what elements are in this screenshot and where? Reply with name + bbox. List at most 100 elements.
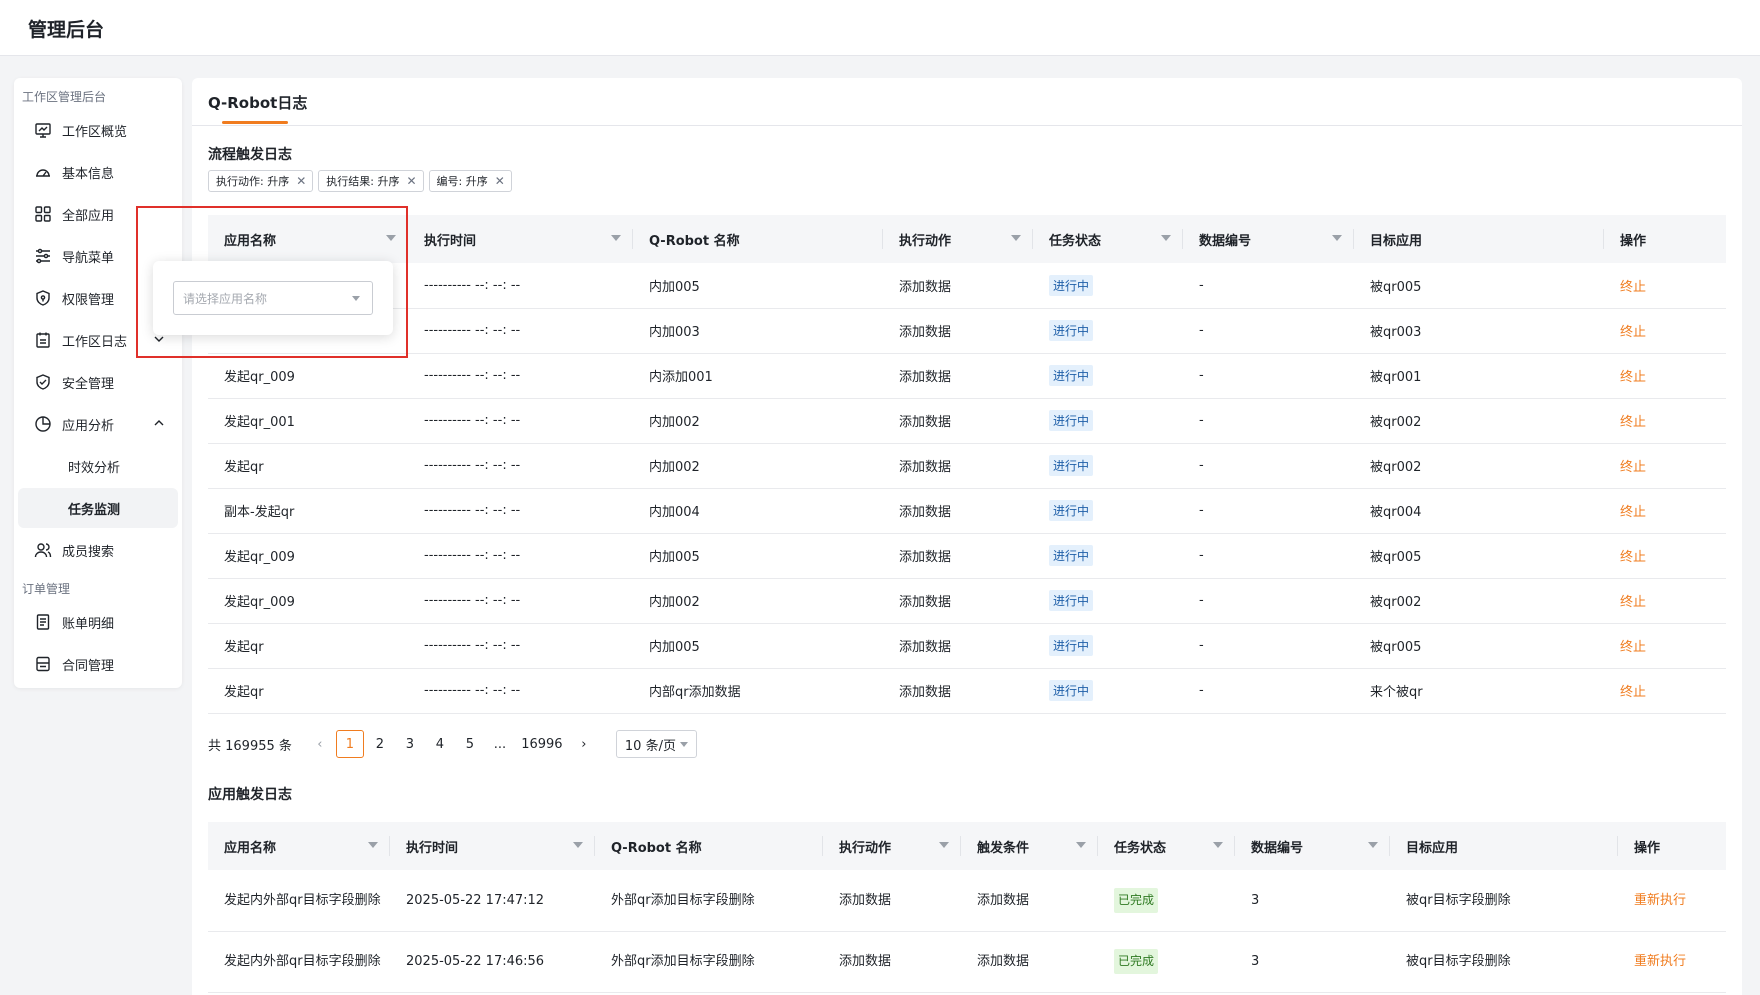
filter-caret-icon[interactable] xyxy=(573,842,583,848)
table-cell: 内加005 xyxy=(633,533,883,579)
table-row: ---------- --: --: -- 内加003 添加数据 进行中 - 被qr003… xyxy=(208,308,1726,354)
sidebar-item-app-analysis[interactable]: 应用分析 xyxy=(18,404,178,444)
row-action-link[interactable]: 终止 xyxy=(1620,685,1646,700)
table-cell: 添加数据 xyxy=(883,443,1033,489)
sidebar-item-bill-detail[interactable]: 账单明细 xyxy=(18,602,178,642)
table-cell: 内添加001 xyxy=(633,353,883,399)
table-cell: 发起内外部qr目标字段删除 xyxy=(208,870,390,932)
row-action-link[interactable]: 重新执行 xyxy=(1634,954,1686,969)
row-action-link[interactable]: 终止 xyxy=(1620,640,1646,655)
column-header[interactable]: 数据编号 xyxy=(1235,822,1390,870)
page-button[interactable]: 5 xyxy=(456,730,484,758)
table-header-row: 应用名称 执行时间 Q-Robot 名称 执行动作 任务状态 数据编号 目标应用… xyxy=(208,215,1726,263)
sidebar-item-security[interactable]: 安全管理 xyxy=(18,362,178,402)
table-cell: - xyxy=(1183,488,1354,534)
column-header[interactable]: 触发条件 xyxy=(961,822,1098,870)
row-action-link[interactable]: 终止 xyxy=(1620,595,1646,610)
filter-caret-icon[interactable] xyxy=(1076,842,1086,848)
table-cell: 外部qr添加目标字段删除 xyxy=(595,931,823,993)
table-cell: 2025-05-22 17:46:56 xyxy=(390,931,595,993)
sidebar-item-label: 合同管理 xyxy=(62,658,115,674)
sidebar-item-basic-info[interactable]: 基本信息 xyxy=(18,152,178,192)
column-header[interactable]: 执行动作 xyxy=(883,215,1033,263)
table-cell-text: 添加数据 xyxy=(977,892,1030,908)
tab-qrobot-log[interactable]: Q-Robot日志 xyxy=(208,92,307,113)
filter-caret-icon[interactable] xyxy=(1161,235,1171,241)
column-header: Q-Robot 名称 xyxy=(633,215,883,263)
close-icon[interactable]: ✕ xyxy=(406,174,416,188)
row-action-link[interactable]: 终止 xyxy=(1620,280,1646,295)
column-header[interactable]: 执行动作 xyxy=(823,822,961,870)
table-cell: 内加005 xyxy=(633,623,883,669)
table-cell-text: 添加数据 xyxy=(899,279,952,295)
status-badge: 进行中 xyxy=(1049,455,1094,476)
sort-chip[interactable]: 执行结果: 升序 ✕ xyxy=(318,170,424,192)
filter-caret-icon[interactable] xyxy=(1011,235,1021,241)
close-icon[interactable]: ✕ xyxy=(495,174,505,188)
filter-caret-icon[interactable] xyxy=(1213,842,1223,848)
page-button[interactable]: 1 xyxy=(335,730,364,758)
column-header[interactable]: 任务状态 xyxy=(1098,822,1235,870)
row-action-link[interactable]: 终止 xyxy=(1620,370,1646,385)
table-row: 发起qr ---------- --: --: -- 内加002 添加数据 进行中 - 被q… xyxy=(208,443,1726,489)
sidebar-item-label: 安全管理 xyxy=(62,376,115,392)
sort-chip[interactable]: 执行动作: 升序 ✕ xyxy=(208,170,314,192)
page-button[interactable]: 2 xyxy=(366,730,394,758)
column-header[interactable]: 执行时间 xyxy=(408,215,633,263)
app-log-title: 应用触发日志 xyxy=(208,787,292,803)
page-ellipsis[interactable]: ... xyxy=(486,730,514,758)
sidebar-item-workspace-overview[interactable]: 工作区概览 xyxy=(18,110,178,150)
table-cell-text: 内添加001 xyxy=(649,370,713,385)
table-cell-text: - xyxy=(1199,503,1204,518)
table-cell-text: 发起qr_001 xyxy=(224,415,295,430)
table-cell-text: 发起内外部qr目标字段删除 xyxy=(224,954,381,969)
table-row: 发起qr ---------- --: --: -- 内加005 添加数据 进行中 - 被q… xyxy=(208,623,1726,669)
filter-caret-icon[interactable] xyxy=(1368,842,1378,848)
column-header[interactable]: 应用名称 xyxy=(208,822,390,870)
table-cell: 发起内外部qr目标字段删除 xyxy=(208,931,390,993)
row-action-link[interactable]: 终止 xyxy=(1620,460,1646,475)
sort-chip[interactable]: 编号: 升序 ✕ xyxy=(428,170,512,192)
row-action-link[interactable]: 终止 xyxy=(1620,550,1646,565)
filter-caret-icon[interactable] xyxy=(1332,235,1342,241)
sidebar-subitem-timeliness[interactable]: 时效分析 xyxy=(18,446,178,486)
status-badge: 已完成 xyxy=(1114,949,1159,974)
page-button[interactable]: 3 xyxy=(396,730,424,758)
close-icon[interactable]: ✕ xyxy=(296,174,306,188)
table-cell-text: - xyxy=(1199,368,1204,383)
next-page-button[interactable]: › xyxy=(570,730,598,758)
sidebar-item-contracts[interactable]: 合同管理 xyxy=(18,644,178,684)
row-action-link[interactable]: 终止 xyxy=(1620,505,1646,520)
filter-caret-icon[interactable] xyxy=(368,842,378,848)
row-action-link[interactable]: 终止 xyxy=(1620,415,1646,430)
page-button[interactable]: 4 xyxy=(426,730,454,758)
column-header[interactable]: 数据编号 xyxy=(1183,215,1354,263)
row-action-link[interactable]: 终止 xyxy=(1620,325,1646,340)
table-cell: 被qr005 xyxy=(1354,623,1604,669)
table-cell: 发起qr xyxy=(208,668,408,714)
table-cell-text: - xyxy=(1199,683,1204,698)
sidebar-item-member-search[interactable]: 成员搜索 xyxy=(18,530,178,570)
row-action-link[interactable]: 重新执行 xyxy=(1634,893,1686,908)
top-bar: 管理后台 xyxy=(0,0,1760,56)
page-button[interactable]: 16996 xyxy=(516,730,568,758)
table-cell: 被qr目标字段删除 xyxy=(1390,870,1618,932)
prev-page-button[interactable]: ‹ xyxy=(306,730,334,758)
table-cell-text: 添加数据 xyxy=(899,550,952,565)
sidebar: 工作区管理后台 工作区概览 基本信息 全部应用 导航菜单 权限管理 工作区日志 … xyxy=(14,78,182,688)
filter-caret-icon[interactable] xyxy=(939,842,949,848)
chevron-down-icon xyxy=(679,741,688,747)
status-cell: 进行中 xyxy=(1033,668,1183,714)
table-cell: 添加数据 xyxy=(823,870,961,932)
table-cell-text: - xyxy=(1199,593,1204,608)
sidebar-subitem-task-monitor[interactable]: 任务监测 xyxy=(18,488,178,528)
page-size-select[interactable]: 10 条/页 xyxy=(615,730,697,758)
filter-caret-icon[interactable] xyxy=(611,235,621,241)
column-header[interactable]: 执行时间 xyxy=(390,822,595,870)
table-cell: 发起qr xyxy=(208,443,408,489)
chevron-up-icon[interactable] xyxy=(152,416,166,430)
column-header[interactable]: 任务状态 xyxy=(1033,215,1183,263)
status-cell: 已完成 xyxy=(1098,931,1235,993)
table-cell: 添加数据 xyxy=(961,931,1098,993)
status-cell: 已完成 xyxy=(1098,870,1235,932)
